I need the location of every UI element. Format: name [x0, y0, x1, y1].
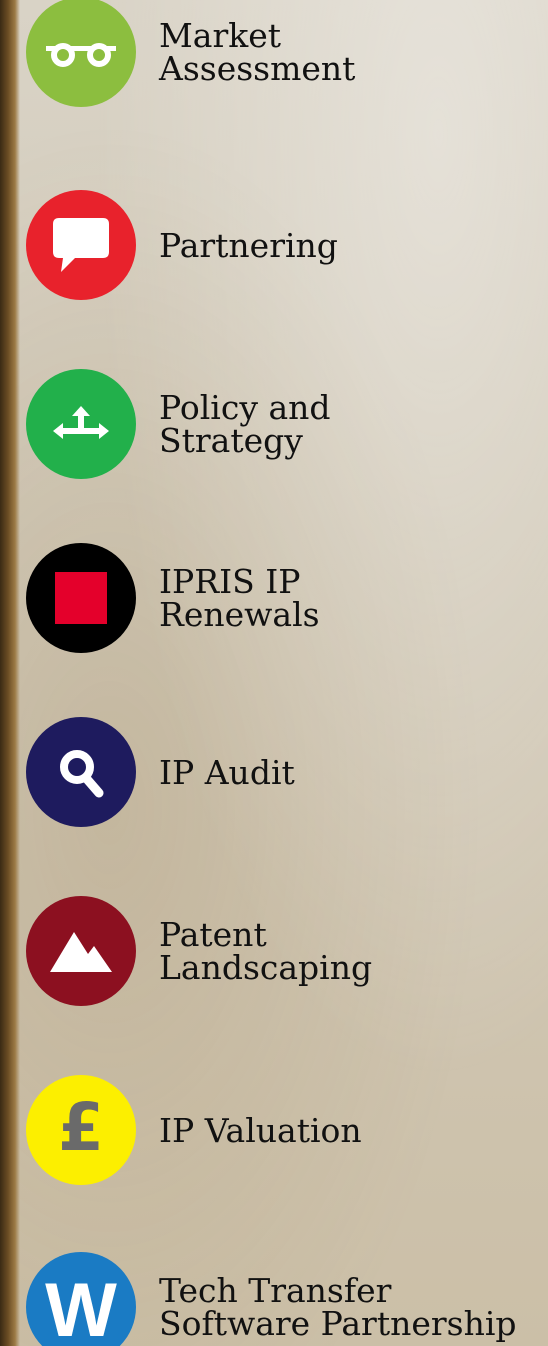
magnifier-icon [26, 717, 136, 827]
service-list: Market Assessment Partnering Policy and … [0, 0, 548, 1346]
glasses-icon [26, 0, 136, 107]
service-item-policy-strategy[interactable]: Policy and Strategy [26, 369, 536, 479]
service-label: IP Audit [159, 752, 295, 792]
service-item-ip-audit[interactable]: IP Audit [26, 717, 536, 827]
service-item-market-assessment[interactable]: Market Assessment [26, 0, 536, 107]
service-label: Market Assessment [159, 16, 356, 88]
service-item-tech-transfer-software[interactable]: W Tech Transfer Software Partnership [26, 1252, 536, 1346]
direction-arrows-icon [26, 369, 136, 479]
service-label: Policy and Strategy [159, 388, 331, 460]
pound-glyph: £ [58, 1089, 104, 1166]
mountains-icon [26, 896, 136, 1006]
service-label: Patent Landscaping [159, 915, 373, 987]
w-letter-icon: W [26, 1252, 136, 1346]
service-item-patent-landscaping[interactable]: Patent Landscaping [26, 896, 536, 1006]
w-glyph: W [45, 1268, 117, 1346]
red-square-icon [26, 543, 136, 653]
speech-bubble-icon [26, 190, 136, 300]
service-item-ipris-ip-renewals[interactable]: IPRIS IP Renewals [26, 543, 536, 653]
service-label: Partnering [159, 225, 338, 265]
service-item-ip-valuation[interactable]: £ IP Valuation [26, 1075, 536, 1185]
service-item-partnering[interactable]: Partnering [26, 190, 536, 300]
pound-icon: £ [26, 1075, 136, 1185]
service-label: IPRIS IP Renewals [159, 562, 320, 634]
service-label: Tech Transfer Software Partnership [159, 1271, 517, 1343]
service-label: IP Valuation [159, 1110, 362, 1150]
